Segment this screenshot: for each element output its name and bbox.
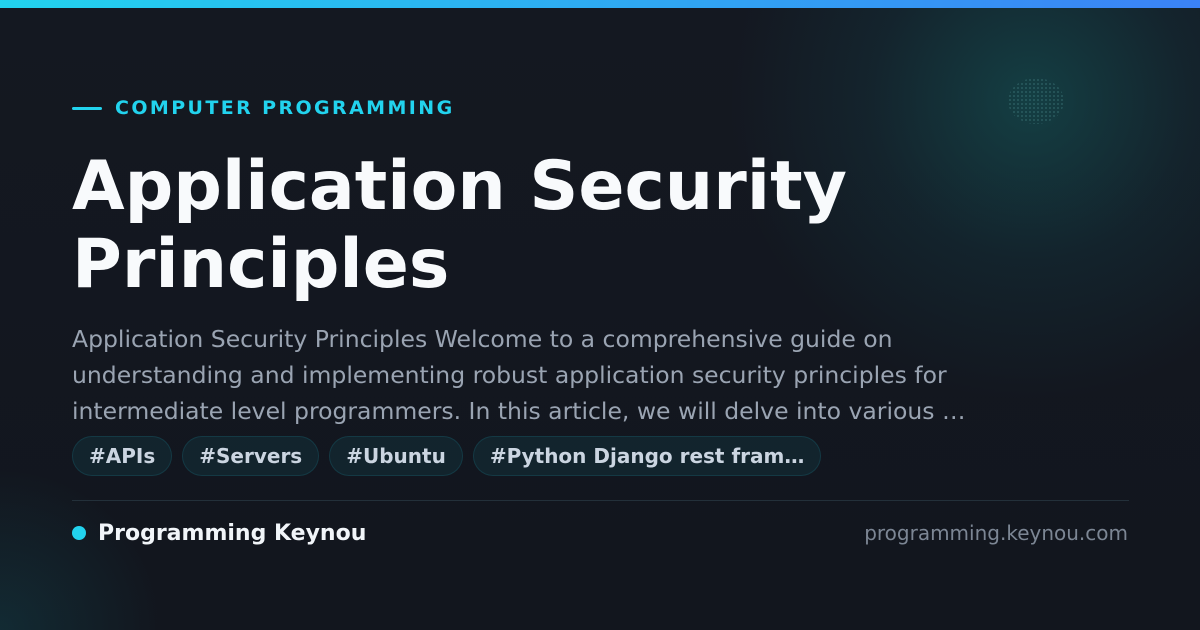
tag-python-django[interactable]: #Python Django rest fram… [472,436,822,476]
social-card: COMPUTER PROGRAMMING Application Securit… [0,0,1200,630]
excerpt-line: Application Security Principles Welcome … [72,325,893,353]
accent-top-bar [0,0,1200,8]
eyebrow-dash-icon [72,106,102,110]
excerpt-line: intermediate level programmers. In this … [72,397,966,425]
title-line: Application Security [72,147,847,226]
site-domain: programming.keynou.com [864,521,1128,545]
category-label: COMPUTER PROGRAMMING [115,97,455,119]
article-title: Application Security Principles [72,148,1132,304]
brand-dot-icon [72,526,86,540]
article-excerpt: Application Security Principles Welcome … [72,321,1132,429]
tag-apis[interactable]: #APIs [72,436,173,476]
footer-divider [72,500,1129,501]
site-brand: Programming Keynou [72,518,366,548]
tag-list: #APIs #Servers #Ubuntu #Python Django re… [72,436,822,476]
title-line: Principles [72,225,450,304]
tag-servers[interactable]: #Servers [182,436,320,476]
tag-ubuntu[interactable]: #Ubuntu [329,436,463,476]
site-name: Programming Keynou [98,520,367,546]
decorative-dot-pattern [1008,78,1064,124]
category-eyebrow: COMPUTER PROGRAMMING [72,96,455,120]
excerpt-line: understanding and implementing robust ap… [72,361,947,389]
